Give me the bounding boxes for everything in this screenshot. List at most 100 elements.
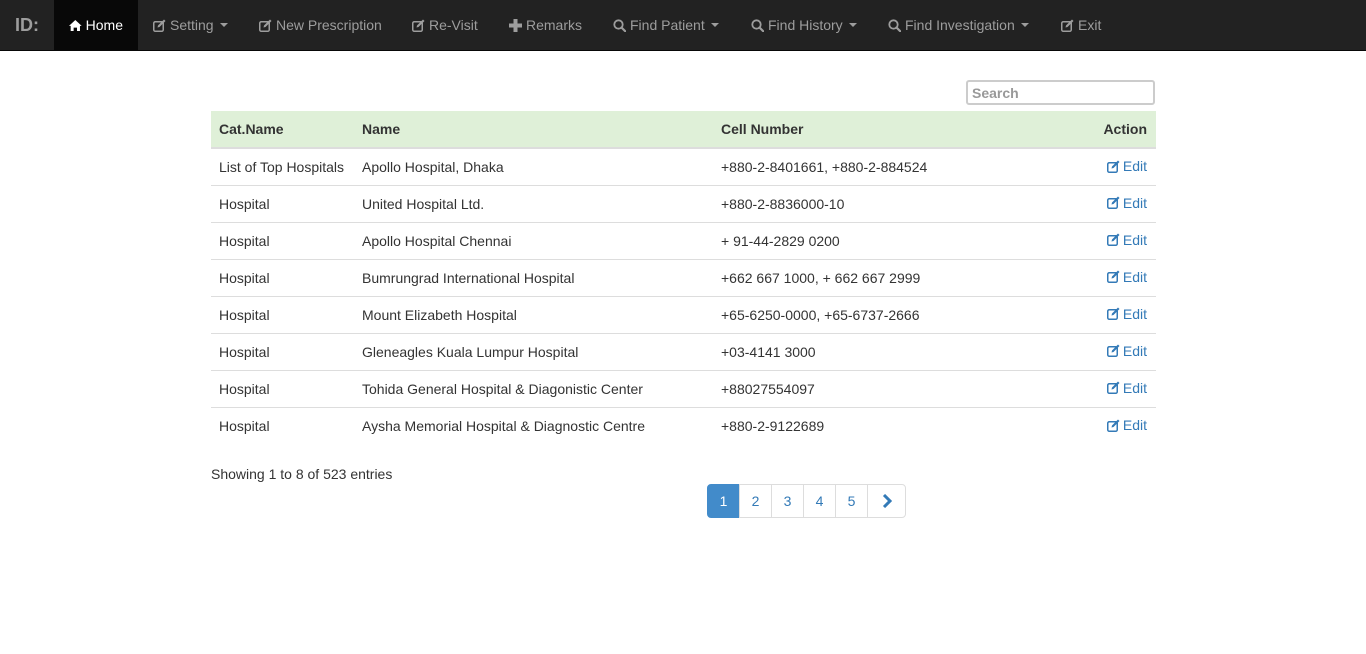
edit-label: Edit [1122, 158, 1147, 174]
edit-label: Edit [1122, 231, 1147, 248]
cell-cell-number: +880-2-9122689 [713, 406, 1047, 444]
page-3-button[interactable]: 3 [771, 484, 804, 518]
edit-icon [412, 19, 425, 32]
cell-name: Apollo Hospital, Dhaka [354, 147, 713, 185]
nav-revisit-label: Re-Visit [429, 17, 478, 33]
cell-cat-name: Hospital [211, 258, 354, 296]
cell-cat-name: Hospital [211, 295, 354, 333]
cell-cat-name: List of Top Hospitals [211, 147, 354, 185]
search-input[interactable] [966, 80, 1155, 105]
nav-new-prescription-label: New Prescription [276, 17, 382, 33]
edit-button[interactable]: Edit [1106, 343, 1147, 359]
table-body: List of Top Hospitals Apollo Hospital, Dh… [211, 147, 1156, 444]
edit-button[interactable]: Edit [1106, 268, 1147, 285]
table-row: Hospital Gleneagles Kuala Lumpur Hospital… [211, 332, 1156, 370]
next-page-button[interactable] [867, 484, 906, 518]
cell-cat-name: Hospital [211, 332, 354, 370]
edit-button[interactable]: Edit [1106, 231, 1147, 248]
search-icon [751, 18, 764, 32]
cell-cell-number: +03-4141 3000 [713, 332, 1047, 370]
plus-icon [509, 18, 522, 32]
page-2-button[interactable]: 2 [739, 484, 772, 518]
hospital-table: Cat.Name Name Cell Number Action List of… [211, 111, 1156, 444]
search-icon [613, 18, 626, 32]
chevron-right-icon [882, 494, 892, 508]
entries-info: Showing 1 to 8 of 523 entries [211, 466, 393, 482]
cell-name: Gleneagles Kuala Lumpur Hospital [354, 332, 713, 370]
nav-exit-label: Exit [1078, 17, 1102, 33]
table-row: Hospital Tohida General Hospital & Diagon… [211, 369, 1156, 407]
page-1-button[interactable]: 1 [707, 484, 740, 518]
edit-icon [153, 19, 166, 32]
cell-action: Edit [1047, 369, 1156, 407]
top-navbar: ID: Home Setting New Prescription Re-Vis… [0, 0, 1366, 51]
cell-name: Tohida General Hospital & Diagonistic Ce… [354, 369, 713, 407]
cell-cat-name: Hospital [211, 221, 354, 259]
nav-home[interactable]: Home [54, 0, 138, 50]
page-5-button[interactable]: 5 [835, 484, 868, 518]
edit-label: Edit [1122, 379, 1147, 396]
nav-find-history-label: Find History [768, 17, 843, 33]
nav-find-patient[interactable]: Find Patient [613, 0, 719, 50]
table-row: Hospital Apollo Hospital Chennai + 91-44-2… [211, 221, 1156, 259]
cell-cell-number: + 91-44-2829 0200 [713, 221, 1047, 259]
cell-action: Edit [1047, 406, 1156, 444]
cell-cat-name: Hospital [211, 184, 354, 222]
cell-action: Edit [1047, 184, 1156, 222]
pagination: 1 2 3 4 5 [707, 484, 906, 518]
edit-icon [1106, 381, 1120, 395]
brand: ID: [15, 15, 39, 35]
cell-action: Edit [1047, 221, 1156, 259]
cell-name: Apollo Hospital Chennai [354, 221, 713, 259]
table-row: Hospital Aysha Memorial Hospital & Diagno… [211, 406, 1156, 444]
edit-button[interactable]: Edit [1106, 305, 1147, 322]
nav-find-patient-label: Find Patient [630, 17, 705, 33]
nav-exit[interactable]: Exit [1061, 0, 1101, 50]
nav-revisit[interactable]: Re-Visit [412, 0, 478, 50]
nav-new-prescription[interactable]: New Prescription [259, 0, 382, 50]
nav-remarks-label: Remarks [526, 17, 583, 33]
cell-name: United Hospital Ltd. [354, 184, 713, 222]
edit-button[interactable]: Edit [1106, 194, 1147, 211]
edit-label: Edit [1122, 268, 1147, 285]
cell-cell-number: +65-6250-0000, +65-6737-2666 [713, 295, 1047, 333]
header-name[interactable]: Name [354, 111, 713, 149]
nav-remarks[interactable]: Remarks [509, 0, 582, 50]
edit-icon [1106, 233, 1120, 247]
caret-down-icon [848, 23, 857, 27]
edit-button[interactable]: Edit [1106, 158, 1147, 174]
table-header-row: Cat.Name Name Cell Number Action [211, 111, 1156, 149]
edit-label: Edit [1122, 305, 1147, 322]
edit-icon [1106, 270, 1120, 284]
header-cat-name[interactable]: Cat.Name [211, 111, 354, 149]
table-row: Hospital Bumrungrad International Hospita… [211, 258, 1156, 296]
edit-icon [1106, 419, 1120, 432]
header-cell-number[interactable]: Cell Number [713, 111, 1047, 149]
caret-down-icon [219, 23, 228, 27]
nav-find-history[interactable]: Find History [751, 0, 857, 50]
caret-down-icon [710, 23, 719, 27]
table-row: Hospital Mount Elizabeth Hospital +65-6250… [211, 295, 1156, 333]
edit-icon [1106, 196, 1120, 210]
edit-icon [1106, 344, 1120, 358]
cell-name: Aysha Memorial Hospital & Diagnostic Cen… [354, 406, 713, 444]
page-4-button[interactable]: 4 [803, 484, 836, 518]
caret-down-icon [1020, 23, 1029, 27]
cell-action: Edit [1047, 295, 1156, 333]
nav-setting[interactable]: Setting [153, 0, 228, 50]
nav-find-investigation[interactable]: Find Investigation [888, 0, 1029, 50]
cell-cell-number: +880-2-8836000-10 [713, 184, 1047, 222]
edit-icon [1106, 307, 1120, 321]
edit-button[interactable]: Edit [1106, 417, 1147, 433]
cell-cell-number: +88027554097 [713, 369, 1047, 407]
cell-name: Mount Elizabeth Hospital [354, 295, 713, 333]
edit-button[interactable]: Edit [1106, 379, 1147, 396]
cell-cat-name: Hospital [211, 369, 354, 407]
cell-cat-name: Hospital [211, 406, 354, 444]
edit-icon [1061, 19, 1074, 32]
edit-icon [1106, 160, 1120, 173]
nav-find-investigation-label: Find Investigation [905, 17, 1015, 33]
edit-label: Edit [1122, 194, 1147, 211]
cell-action: Edit [1047, 332, 1156, 370]
cell-name: Bumrungrad International Hospital [354, 258, 713, 296]
